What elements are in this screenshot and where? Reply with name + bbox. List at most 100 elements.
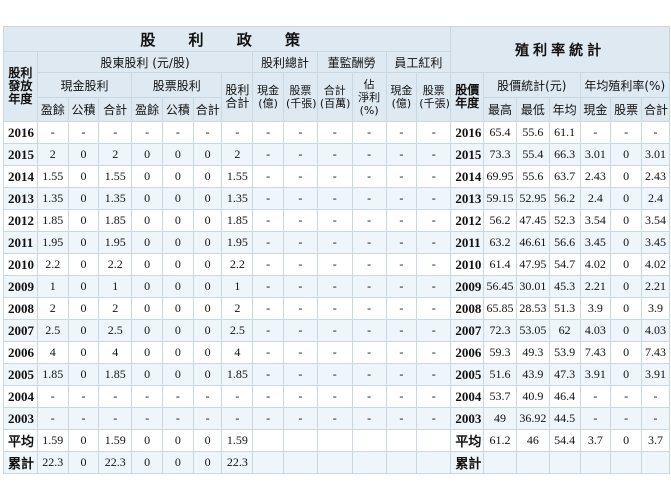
yield-cell: 28.53 <box>515 297 550 320</box>
yield-cell: 0 <box>610 319 643 342</box>
dividend-cell: - <box>416 253 452 276</box>
dividend-cell: - <box>316 231 353 254</box>
dividend-cell <box>416 429 452 452</box>
dividend-cell: - <box>385 187 418 210</box>
yield-title: 殖利率統計 <box>450 26 670 73</box>
yield-cell: - <box>579 121 612 144</box>
yield-cell: 4.03 <box>641 319 670 342</box>
dividend-year-cell: 累計 <box>3 451 38 474</box>
dividend-cell <box>351 429 387 452</box>
dividend-cell: - <box>252 187 284 210</box>
yield-stats-header: 年均殖利率(%) <box>579 72 671 98</box>
dividend-cell: 2 <box>221 143 254 166</box>
dividend-cell: - <box>351 385 387 408</box>
price-year-cell: 2015 <box>450 143 485 166</box>
dividend-cell: 0 <box>192 231 223 254</box>
dividend-cell: 1 <box>98 275 133 298</box>
dividend-cell: - <box>282 297 318 320</box>
yield-cell: 3.01 <box>579 143 612 166</box>
yield-cell <box>483 451 517 474</box>
dividend-cell: - <box>316 253 353 276</box>
yield-cell: 65.4 <box>483 121 517 144</box>
dividend-cell: - <box>385 275 418 298</box>
dividend-cell: - <box>316 341 353 364</box>
yield-cell <box>641 451 670 474</box>
dividend-cell: - <box>36 407 69 430</box>
dividend-cell: - <box>192 407 223 430</box>
yield-cell <box>515 451 550 474</box>
dividend-cell: 1.85 <box>36 209 69 232</box>
yield-cell: 0 <box>610 165 643 188</box>
dividend-cell: - <box>385 121 418 144</box>
dividend-cell: - <box>282 165 318 188</box>
yield-cell: - <box>641 121 670 144</box>
yield-cell <box>548 451 581 474</box>
dividend-cell: - <box>351 187 387 210</box>
dividend-cell: - <box>351 253 387 276</box>
yield-cell: 52.95 <box>515 187 550 210</box>
yield-cell: 52.3 <box>548 209 581 232</box>
price-year-cell: 2014 <box>450 165 485 188</box>
yield-cell: 7.43 <box>579 341 612 364</box>
dividend-year-cell: 2014 <box>3 165 38 188</box>
yield-cell: 3.9 <box>579 297 612 320</box>
director-ratio-header: 佔淨利 (%) <box>351 72 387 122</box>
dividend-cell <box>282 429 318 452</box>
yield-cell: 0 <box>610 209 643 232</box>
price-year-cell: 平均 <box>450 429 485 452</box>
dividend-cell: 22.3 <box>98 451 133 474</box>
yield-cell: 47.3 <box>548 363 581 386</box>
dividend-cell: - <box>252 319 284 342</box>
table-row: 平均 1.59 0 1.59 0 0 0 1.59 平均 61.2 46 54.4 3.7 0 3.7 <box>3 429 670 452</box>
table-row: 2013 1.35 0 1.35 0 0 0 1.35- - - - - -2013 59.15 52.95… <box>3 187 670 210</box>
dividend-cell: 0 <box>192 451 223 474</box>
dividend-cell: - <box>131 385 163 408</box>
dividend-cell: 2 <box>98 297 133 320</box>
dividend-cell: 1.55 <box>98 165 133 188</box>
yield-cell <box>610 451 643 474</box>
yield-cell: 54.7 <box>548 253 581 276</box>
dividend-cell: - <box>351 143 387 166</box>
yield-cell: 55.4 <box>515 143 550 166</box>
dividend-cell: 0 <box>67 451 100 474</box>
yield-cell: 0 <box>610 253 643 276</box>
dividend-cell: - <box>98 121 133 144</box>
dividend-cell: - <box>161 121 194 144</box>
yield-cell: 56.2 <box>483 209 517 232</box>
table-row: 2005 1.85 0 1.85 0 0 0 1.85- - - - - -2005 51.6 43.9 47… <box>3 363 670 386</box>
dividend-cell: - <box>351 363 387 386</box>
yield-cell <box>579 451 612 474</box>
dividend-cell: - <box>385 319 418 342</box>
yield-cell: 30.01 <box>515 275 550 298</box>
dividend-cell: - <box>351 407 387 430</box>
col-reserve-stock: 公積 <box>161 97 194 122</box>
employee-stock-header: 股票 (千張) <box>416 72 452 122</box>
dividend-cell: - <box>282 275 318 298</box>
dividend-cell: 0 <box>161 429 194 452</box>
dividend-cell: - <box>316 385 353 408</box>
table-row: 2008 2 0 2 0 0 0 2- - - - - -2008 65.85 28.53 51.3 3.9 0 3… <box>3 297 670 320</box>
yield-cell: 61.1 <box>548 121 581 144</box>
dividend-cell: 0 <box>131 341 163 364</box>
dividend-cell: - <box>221 407 254 430</box>
dividend-cell: 0 <box>67 363 100 386</box>
price-year-cell: 2009 <box>450 275 485 298</box>
dividend-cell: 0 <box>131 297 163 320</box>
dividend-cell: - <box>252 143 284 166</box>
yield-cell: 3.01 <box>641 143 670 166</box>
dividend-cell: - <box>252 407 284 430</box>
yield-cell: 3.9 <box>641 297 670 320</box>
yield-cell: 69.95 <box>483 165 517 188</box>
yield-cell: 63.7 <box>548 165 581 188</box>
dividend-cell: 0 <box>161 319 194 342</box>
dividend-cell: - <box>282 385 318 408</box>
dividend-cell: 0 <box>131 187 163 210</box>
dividend-cell: - <box>316 121 353 144</box>
yield-cell: 59.3 <box>483 341 517 364</box>
dividend-year-cell: 2005 <box>3 363 38 386</box>
dividend-cell: 0 <box>67 297 100 320</box>
yield-cell: 56.6 <box>548 231 581 254</box>
dividend-cell: 1.85 <box>221 363 254 386</box>
col-avg: 年均 <box>548 97 581 122</box>
dividend-cell: 0 <box>131 429 163 452</box>
